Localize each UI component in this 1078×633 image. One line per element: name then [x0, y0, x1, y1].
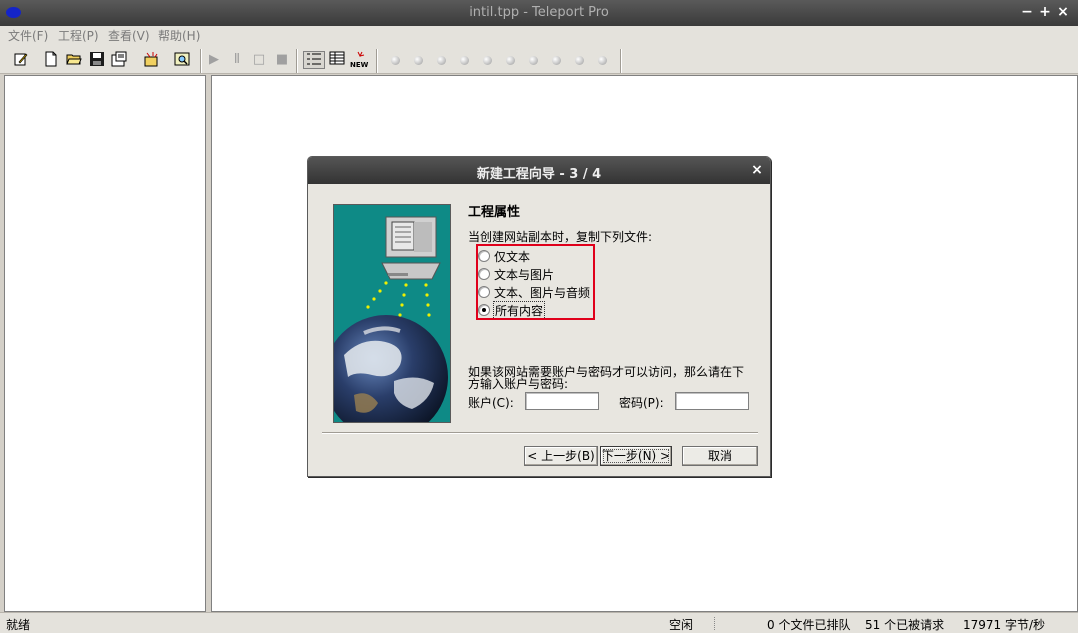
- back-button[interactable]: < 上一步(B): [524, 446, 598, 466]
- menu-help[interactable]: 帮助(H): [158, 26, 200, 46]
- account-note-line2: 方输入账户与密码:: [468, 377, 569, 391]
- window-title: intil.tpp - Teleport Pro: [469, 5, 609, 20]
- toolbar-separator: [200, 49, 202, 73]
- status-queued: 0 个文件已排队: [767, 618, 851, 632]
- status-rate: 17971 字节/秒: [963, 618, 1046, 632]
- menu-view[interactable]: 查看(V): [108, 26, 150, 46]
- annotation-highlight-box: [476, 244, 595, 320]
- project-tree-pane[interactable]: [4, 75, 206, 612]
- properties-icon[interactable]: [110, 51, 128, 69]
- thread-indicator-icon: [414, 56, 423, 65]
- toolbar-separator: [296, 49, 298, 73]
- status-ready: 就绪: [6, 618, 31, 632]
- thread-indicator-icon: [483, 56, 492, 65]
- menu-file[interactable]: 文件(F): [8, 26, 48, 46]
- dialog-close-button[interactable]: ×: [749, 162, 765, 178]
- copy-files-prompt: 当创建网站副本时，复制下列文件:: [468, 230, 653, 244]
- toolbar: ▶ Ⅱ □ ■ NEW: [0, 46, 1078, 74]
- thread-indicator-icon: [506, 56, 515, 65]
- dialog-title: 新建工程向导 - 3 / 4: [476, 167, 602, 182]
- wizard-heading: 工程属性: [468, 205, 521, 220]
- new-badge: NEW: [350, 61, 369, 69]
- dialog-divider: [322, 432, 758, 434]
- new-file-icon[interactable]: [42, 51, 60, 69]
- cancel-button[interactable]: 取消: [682, 446, 758, 466]
- list-view-icon[interactable]: [303, 51, 325, 69]
- thread-indicator-icon: [460, 56, 469, 65]
- thread-indicator-icon: [391, 56, 400, 65]
- dialog-titlebar: 新建工程向导 - 3 / 4 ×: [308, 157, 770, 184]
- play-icon[interactable]: ▶: [205, 51, 223, 69]
- pause-icon[interactable]: Ⅱ: [228, 51, 246, 69]
- minimize-button[interactable]: −: [1019, 4, 1035, 20]
- stop-all-icon[interactable]: ■: [273, 51, 291, 69]
- menu-bar: 文件(F) 工程(P) 查看(V) 帮助(H): [0, 26, 1078, 46]
- password-input[interactable]: [675, 392, 749, 410]
- new-project-wizard-dialog: 新建工程向导 - 3 / 4 × 工程属性 当创建网站副本时，复制下列文件: 仅…: [307, 156, 771, 477]
- wizard-globe-image: [333, 204, 451, 423]
- open-folder-icon[interactable]: [65, 51, 83, 69]
- new-project-wizard-icon[interactable]: [142, 51, 160, 69]
- status-requested: 51 个已被请求: [865, 618, 945, 632]
- thread-indicator-icon: [529, 56, 538, 65]
- save-icon[interactable]: [88, 51, 106, 69]
- close-window-button[interactable]: ×: [1055, 4, 1071, 20]
- status-separator: [714, 617, 715, 630]
- stop-icon[interactable]: □: [250, 51, 268, 69]
- window-titlebar: intil.tpp - Teleport Pro − + ×: [0, 0, 1078, 26]
- menu-project[interactable]: 工程(P): [58, 26, 99, 46]
- detail-view-icon[interactable]: [328, 51, 346, 69]
- toolbar-separator: [376, 49, 378, 73]
- password-label: 密码(P):: [619, 396, 664, 410]
- account-input[interactable]: [525, 392, 599, 410]
- status-state: 空闲: [669, 618, 694, 632]
- toolbar-separator: [620, 49, 622, 73]
- new-items-icon[interactable]: NEW: [350, 51, 370, 69]
- find-icon[interactable]: [173, 51, 191, 69]
- thread-indicator-icon: [552, 56, 561, 65]
- maximize-button[interactable]: +: [1037, 4, 1053, 20]
- thread-indicator-icon: [437, 56, 446, 65]
- thread-indicator-icon: [598, 56, 607, 65]
- thread-indicator-icon: [575, 56, 584, 65]
- project-properties-icon[interactable]: [12, 51, 30, 69]
- status-bar: 就绪 空闲 0 个文件已排队 51 个已被请求 17971 字节/秒: [0, 612, 1078, 633]
- account-label: 账户(C):: [468, 396, 514, 410]
- next-button[interactable]: 下一步(N) >: [600, 446, 672, 466]
